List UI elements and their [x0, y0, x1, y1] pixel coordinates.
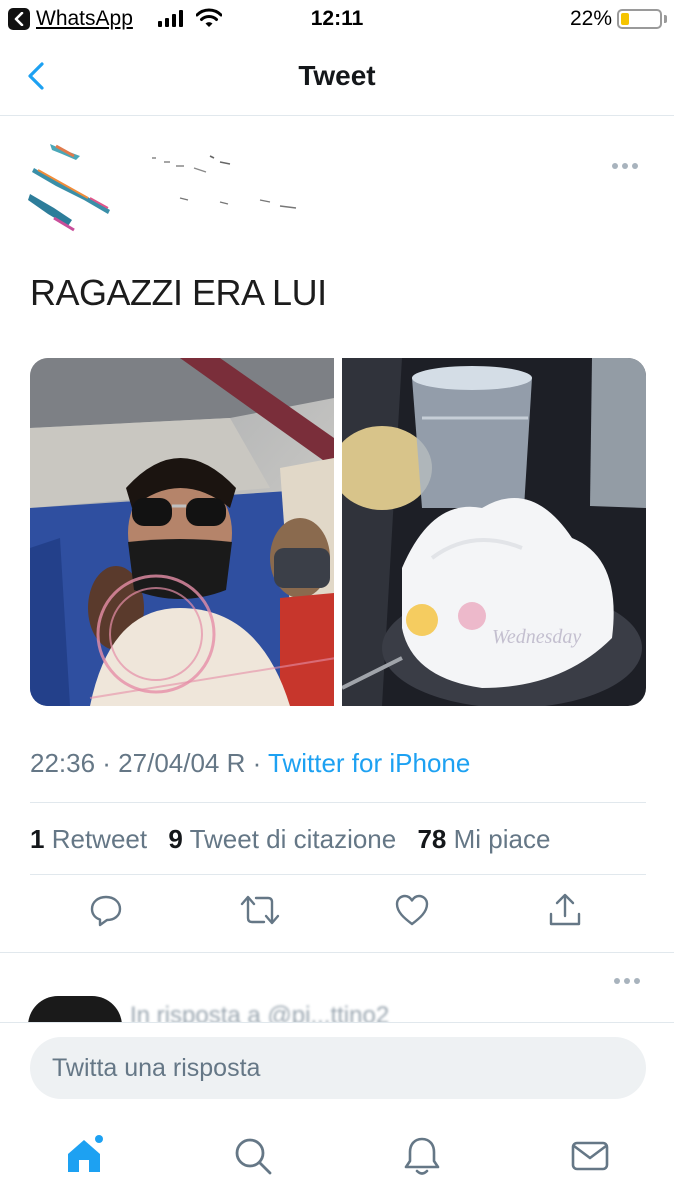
retweets-label: Retweet — [51, 824, 148, 854]
tab-bar — [0, 1110, 674, 1200]
reply-preview[interactable]: In risposta a @pi...ttino2 — [0, 960, 674, 1022]
battery-icon — [617, 9, 662, 29]
quotes-stat[interactable]: 9 Tweet di citazione — [168, 824, 396, 854]
quotes-count: 9 — [168, 824, 183, 854]
retweets-count: 1 — [30, 824, 45, 854]
battery-percent: 22% — [569, 7, 612, 30]
tweet-stats: 1 Retweet 9 Tweet di citazione 78 Mi pia… — [30, 824, 550, 855]
divider — [30, 802, 646, 803]
tweet-actions — [0, 890, 674, 940]
battery-fill — [621, 13, 629, 25]
photo-dessert-glasses[interactable]: Wednesday — [342, 358, 646, 706]
watermark-text: Wednesday — [492, 626, 581, 648]
divider — [30, 874, 646, 875]
more-options-icon[interactable] — [612, 158, 644, 174]
likes-stat[interactable]: 78 Mi piace — [417, 824, 550, 854]
mail-icon[interactable] — [568, 1134, 612, 1178]
divider — [0, 952, 674, 953]
reply-icon[interactable] — [86, 890, 126, 930]
home-icon[interactable] — [62, 1134, 106, 1178]
reply-input[interactable]: Twitta una risposta — [30, 1037, 646, 1099]
reply-context: In risposta a @pi...ttino2 — [130, 1002, 390, 1022]
page-title: Tweet — [298, 60, 376, 91]
photo-airplane-selfie[interactable] — [30, 358, 334, 706]
status-bar: WhatsApp 12:11 22% — [0, 0, 674, 40]
search-icon[interactable] — [231, 1134, 275, 1178]
avatar[interactable] — [28, 996, 122, 1022]
compose-area: Twitta una risposta — [0, 1022, 674, 1110]
author-name-redacted — [150, 150, 310, 220]
bell-icon[interactable] — [400, 1134, 444, 1178]
retweet-icon[interactable] — [240, 890, 280, 930]
tweet-timestamp: 22:36 · 27/04/04 R · Twitter for iPhone — [30, 748, 470, 779]
tweet-source-link[interactable]: Twitter for iPhone — [268, 748, 470, 778]
more-options-icon[interactable] — [614, 978, 640, 984]
like-icon[interactable] — [392, 890, 432, 930]
tweet-media: Wednesday — [30, 358, 646, 706]
likes-label: Mi piace — [453, 824, 551, 854]
likes-count: 78 — [417, 824, 447, 854]
retweets-stat[interactable]: 1 Retweet — [30, 824, 147, 854]
battery-tip — [664, 15, 667, 23]
timestamp-text: 22:36 · 27/04/04 R · — [30, 748, 269, 778]
avatar[interactable] — [28, 138, 118, 234]
nav-bar: Tweet — [0, 40, 674, 116]
share-icon[interactable] — [545, 890, 585, 930]
tweet-text: RAGAZZI ERA LUI — [30, 272, 327, 313]
quotes-label: Tweet di citazione — [189, 824, 397, 854]
